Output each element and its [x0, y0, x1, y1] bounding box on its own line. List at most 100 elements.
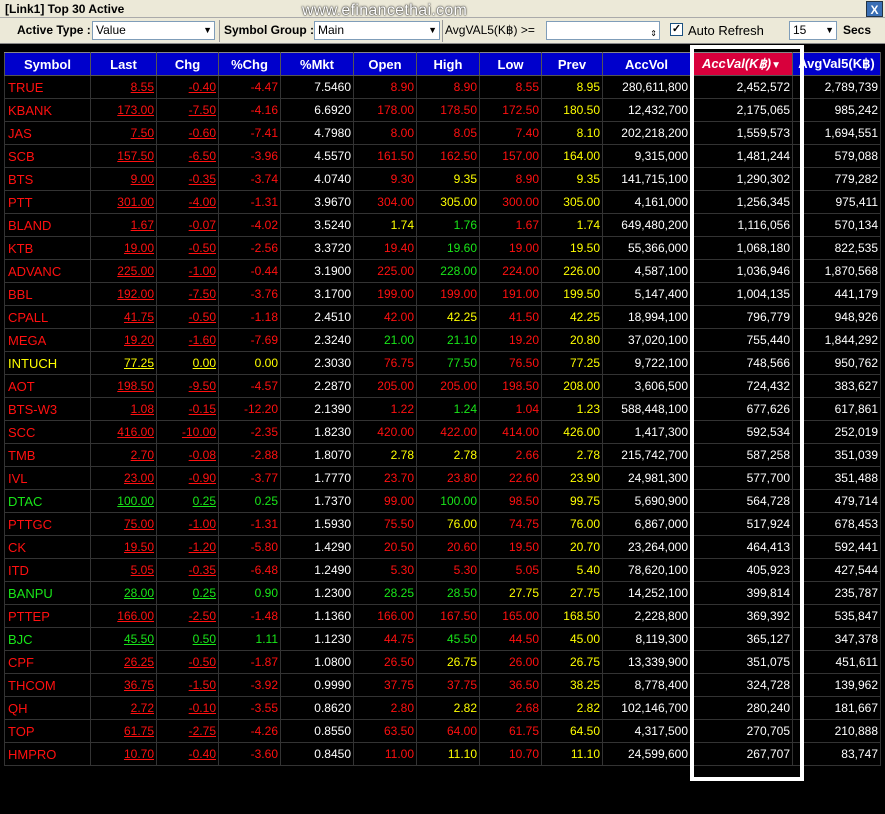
table-row[interactable]: IVL 23.00 -0.90 -3.77 1.7770 23.70 23.80 22.60 2… — [4, 466, 881, 490]
column-header-pct-mkt[interactable]: %Mkt — [280, 52, 354, 76]
table-row[interactable]: PTTEP 166.00 -2.50 -1.48 1.1360 166.00 167.50 1… — [4, 604, 881, 628]
last-cell[interactable]: 1.08 — [90, 397, 157, 421]
chg-cell[interactable]: -6.50 — [156, 144, 219, 168]
chg-cell[interactable]: -1.50 — [156, 673, 219, 697]
last-cell[interactable]: 198.50 — [90, 374, 157, 398]
table-row[interactable]: THCOM 36.75 -1.50 -3.92 0.9990 37.75 37.75 36.5… — [4, 673, 881, 697]
table-row[interactable]: MEGA 19.20 -1.60 -7.69 2.3240 21.00 21.10 19.20… — [4, 328, 881, 352]
last-cell[interactable]: 23.00 — [90, 466, 157, 490]
table-row[interactable]: CPALL 41.75 -0.50 -1.18 2.4510 42.00 42.25 41.5… — [4, 305, 881, 329]
symbol-cell[interactable]: THCOM — [4, 673, 91, 697]
table-row[interactable]: KTB 19.00 -0.50 -2.56 3.3720 19.40 19.60 19.00 1… — [4, 236, 881, 260]
last-cell[interactable]: 75.00 — [90, 512, 157, 536]
symbol-cell[interactable]: INTUCH — [4, 351, 91, 375]
last-cell[interactable]: 100.00 — [90, 489, 157, 513]
symbol-cell[interactable]: BLAND — [4, 213, 91, 237]
chg-cell[interactable]: -2.50 — [156, 604, 219, 628]
chg-cell[interactable]: -0.90 — [156, 466, 219, 490]
symbol-cell[interactable]: QH — [4, 696, 91, 720]
chg-cell[interactable]: 0.25 — [156, 581, 219, 605]
avgval-filter-input[interactable]: ⇕ — [546, 21, 660, 40]
chg-cell[interactable]: 0.00 — [156, 351, 219, 375]
chg-cell[interactable]: -0.15 — [156, 397, 219, 421]
chg-cell[interactable]: -1.00 — [156, 512, 219, 536]
table-row[interactable]: PTT 301.00 -4.00 -1.31 3.9670 304.00 305.00 300… — [4, 190, 881, 214]
column-header-accvol[interactable]: AccVol — [602, 52, 691, 76]
last-cell[interactable]: 166.00 — [90, 604, 157, 628]
chg-cell[interactable]: -1.20 — [156, 535, 219, 559]
chg-cell[interactable]: -2.75 — [156, 719, 219, 743]
table-row[interactable]: ADVANC 225.00 -1.00 -0.44 3.1900 225.00 228.00… — [4, 259, 881, 283]
symbol-cell[interactable]: TMB — [4, 443, 91, 467]
refresh-interval-select[interactable]: 15 ▼ — [789, 21, 837, 40]
symbol-cell[interactable]: HMPRO — [4, 742, 91, 766]
symbol-cell[interactable]: BANPU — [4, 581, 91, 605]
symbol-cell[interactable]: AOT — [4, 374, 91, 398]
chg-cell[interactable]: -0.35 — [156, 167, 219, 191]
table-row[interactable]: SCB 157.50 -6.50 -3.96 4.5570 161.50 162.50 157… — [4, 144, 881, 168]
spinner-icon[interactable]: ⇕ — [650, 25, 657, 42]
symbol-cell[interactable]: PTT — [4, 190, 91, 214]
chg-cell[interactable]: -0.10 — [156, 696, 219, 720]
chg-cell[interactable]: -4.00 — [156, 190, 219, 214]
chg-cell[interactable]: -10.00 — [156, 420, 219, 444]
last-cell[interactable]: 36.75 — [90, 673, 157, 697]
last-cell[interactable]: 192.00 — [90, 282, 157, 306]
last-cell[interactable]: 28.00 — [90, 581, 157, 605]
table-row[interactable]: HMPRO 10.70 -0.40 -3.60 0.8450 11.00 11.10 10.7… — [4, 742, 881, 766]
table-row[interactable]: BJC 45.50 0.50 1.11 1.1230 44.75 45.50 44.50 45.… — [4, 627, 881, 651]
symbol-cell[interactable]: TRUE — [4, 75, 91, 99]
last-cell[interactable]: 416.00 — [90, 420, 157, 444]
chg-cell[interactable]: -0.40 — [156, 75, 219, 99]
column-header-high[interactable]: High — [416, 52, 480, 76]
chg-cell[interactable]: -0.35 — [156, 558, 219, 582]
last-cell[interactable]: 2.70 — [90, 443, 157, 467]
table-row[interactable]: KBANK 173.00 -7.50 -4.16 6.6920 178.00 178.50 1… — [4, 98, 881, 122]
chg-cell[interactable]: -1.60 — [156, 328, 219, 352]
symbol-cell[interactable]: ADVANC — [4, 259, 91, 283]
last-cell[interactable]: 301.00 — [90, 190, 157, 214]
symbol-cell[interactable]: JAS — [4, 121, 91, 145]
symbol-cell[interactable]: BTS-W3 — [4, 397, 91, 421]
symbol-cell[interactable]: SCB — [4, 144, 91, 168]
last-cell[interactable]: 9.00 — [90, 167, 157, 191]
symbol-cell[interactable]: TOP — [4, 719, 91, 743]
symbol-cell[interactable]: DTAC — [4, 489, 91, 513]
column-header-chg[interactable]: Chg — [156, 52, 219, 76]
chg-cell[interactable]: -0.40 — [156, 742, 219, 766]
table-row[interactable]: QH 2.72 -0.10 -3.55 0.8620 2.80 2.82 2.68 2.82 10… — [4, 696, 881, 720]
chg-cell[interactable]: -7.50 — [156, 282, 219, 306]
table-row[interactable]: BANPU 28.00 0.25 0.90 1.2300 28.25 28.50 27.75 2… — [4, 581, 881, 605]
last-cell[interactable]: 157.50 — [90, 144, 157, 168]
chg-cell[interactable]: -0.50 — [156, 305, 219, 329]
chg-cell[interactable]: -0.60 — [156, 121, 219, 145]
symbol-cell[interactable]: PTTEP — [4, 604, 91, 628]
last-cell[interactable]: 2.72 — [90, 696, 157, 720]
table-row[interactable]: SCC 416.00 -10.00 -2.35 1.8230 420.00 422.00 41… — [4, 420, 881, 444]
chg-cell[interactable]: -0.07 — [156, 213, 219, 237]
last-cell[interactable]: 5.05 — [90, 558, 157, 582]
symbol-cell[interactable]: ITD — [4, 558, 91, 582]
chg-cell[interactable]: -9.50 — [156, 374, 219, 398]
last-cell[interactable]: 41.75 — [90, 305, 157, 329]
table-row[interactable]: BBL 192.00 -7.50 -3.76 3.1700 199.00 199.00 191… — [4, 282, 881, 306]
symbol-group-select[interactable]: Main ▼ — [314, 21, 440, 40]
symbol-cell[interactable]: CPF — [4, 650, 91, 674]
table-row[interactable]: BTS-W3 1.08 -0.15 -12.20 2.1390 1.22 1.24 1.04 1… — [4, 397, 881, 421]
chg-cell[interactable]: -0.50 — [156, 650, 219, 674]
table-row[interactable]: AOT 198.50 -9.50 -4.57 2.2870 205.00 205.00 198… — [4, 374, 881, 398]
auto-refresh-checkbox[interactable]: ✓ — [670, 23, 683, 36]
chg-cell[interactable]: 0.50 — [156, 627, 219, 651]
table-row[interactable]: BTS 9.00 -0.35 -3.74 4.0740 9.30 9.35 8.90 9.35 1… — [4, 167, 881, 191]
last-cell[interactable]: 7.50 — [90, 121, 157, 145]
table-row[interactable]: TMB 2.70 -0.08 -2.88 1.8070 2.78 2.78 2.66 2.78 2… — [4, 443, 881, 467]
symbol-cell[interactable]: BBL — [4, 282, 91, 306]
symbol-cell[interactable]: SCC — [4, 420, 91, 444]
last-cell[interactable]: 77.25 — [90, 351, 157, 375]
symbol-cell[interactable]: CPALL — [4, 305, 91, 329]
table-row[interactable]: CK 19.50 -1.20 -5.80 1.4290 20.50 20.60 19.50 20… — [4, 535, 881, 559]
last-cell[interactable]: 26.25 — [90, 650, 157, 674]
last-cell[interactable]: 19.00 — [90, 236, 157, 260]
symbol-cell[interactable]: BTS — [4, 167, 91, 191]
table-row[interactable]: TRUE 8.55 -0.40 -4.47 7.5460 8.90 8.90 8.55 8.95… — [4, 75, 881, 99]
